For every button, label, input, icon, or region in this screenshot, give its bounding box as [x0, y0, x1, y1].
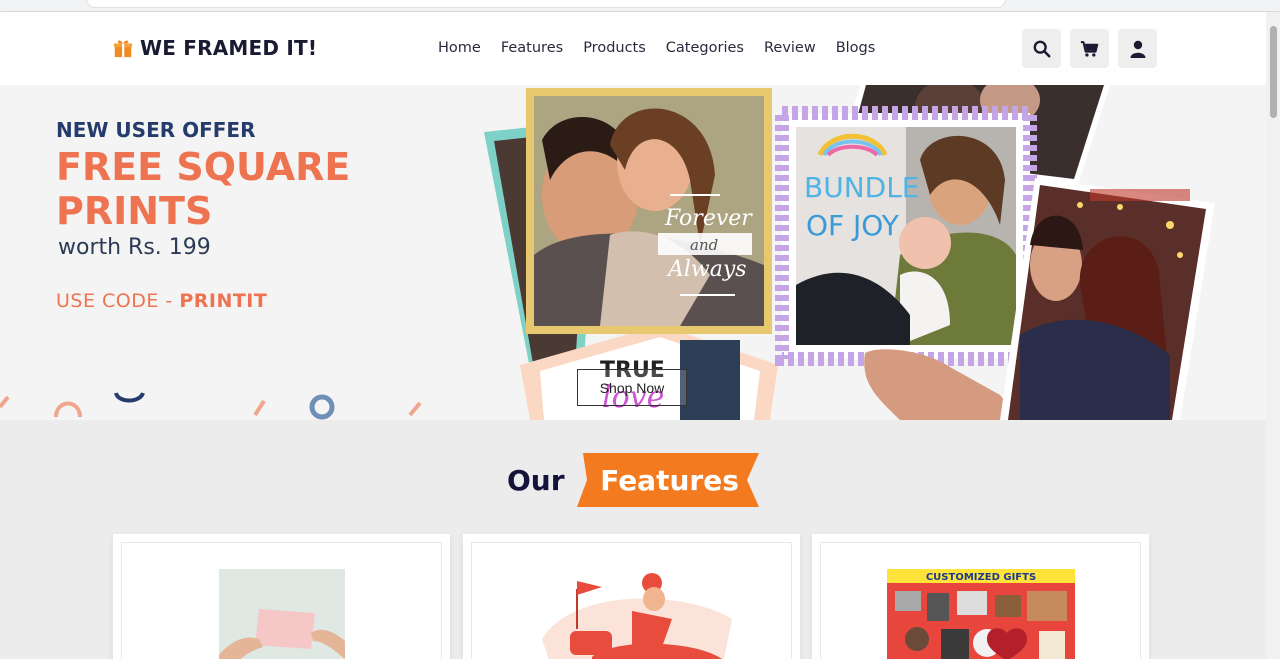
feature-image-delivery [542, 573, 732, 659]
nav-home[interactable]: Home [438, 40, 481, 56]
offer-subtitle: NEW USER OFFER [56, 118, 256, 142]
of-joy-caption: OF JOY [806, 209, 900, 242]
feature-image-gifts: CUSTOMIZED GIFTS [887, 569, 1075, 659]
decorative-shapes [0, 392, 422, 420]
features-heading-badge: Features [576, 453, 763, 507]
user-icon [1130, 40, 1145, 58]
site-header: WE FRAMED IT! Home Features Products Cat… [0, 12, 1266, 85]
brand-logo[interactable]: WE FRAMED IT! [112, 36, 317, 60]
account-button[interactable] [1118, 29, 1157, 68]
feature-image-print [219, 569, 345, 659]
features-heading-prefix: Our [507, 463, 565, 497]
photo-bundle-of-joy: BUNDLE OF JOY [775, 106, 1037, 366]
address-field[interactable] [86, 0, 1006, 8]
nav-products[interactable]: Products [583, 40, 646, 56]
features-heading: Our Features [507, 453, 763, 507]
search-button[interactable] [1022, 29, 1061, 68]
feature-card-gifts[interactable]: CUSTOMIZED GIFTS [812, 534, 1149, 659]
offer-code: USE CODE - PRINTIT [56, 290, 267, 312]
browser-address-bar-strip [0, 0, 1280, 12]
search-icon [1033, 40, 1050, 57]
feature-card-inner: CUSTOMIZED GIFTS [820, 542, 1141, 659]
photo-party-couple [1000, 178, 1215, 420]
promo-code: PRINTIT [179, 290, 268, 312]
nav-features[interactable]: Features [501, 40, 563, 56]
offer-worth: worth Rs. 199 [58, 235, 211, 260]
offer-title: FREE SQUARE PRINTS [56, 145, 351, 233]
feature-card-inner [471, 542, 792, 659]
shop-now-button[interactable]: Shop Now [577, 369, 687, 406]
photo-forever-always: Forever and Always [526, 88, 772, 334]
scrollbar-thumb[interactable] [1270, 26, 1277, 118]
header-actions [1022, 29, 1157, 68]
gifts-caption: CUSTOMIZED GIFTS [926, 572, 1036, 583]
nav-categories[interactable]: Categories [666, 40, 744, 56]
and-caption: and [690, 236, 718, 254]
main-nav: Home Features Products Categories Review… [438, 40, 875, 56]
gift-icon [113, 40, 133, 58]
nav-blogs[interactable]: Blogs [836, 40, 876, 56]
code-prefix: USE CODE - [56, 290, 180, 312]
cart-icon [1080, 40, 1099, 57]
feature-card-inner [121, 542, 442, 659]
always-caption: Always [666, 257, 747, 282]
page-scrollbar[interactable] [1266, 12, 1280, 659]
features-heading-label: Features [600, 463, 739, 497]
bundle-caption: BUNDLE [804, 171, 920, 204]
brand-name: WE FRAMED IT! [140, 36, 318, 60]
feature-card-delivery[interactable] [463, 534, 800, 659]
nav-review[interactable]: Review [764, 40, 816, 56]
cart-button[interactable] [1070, 29, 1109, 68]
feature-card-prints[interactable] [113, 534, 450, 659]
hero-banner: NEW USER OFFER FREE SQUARE PRINTS worth … [0, 85, 1266, 420]
forever-caption: Forever [664, 206, 753, 231]
